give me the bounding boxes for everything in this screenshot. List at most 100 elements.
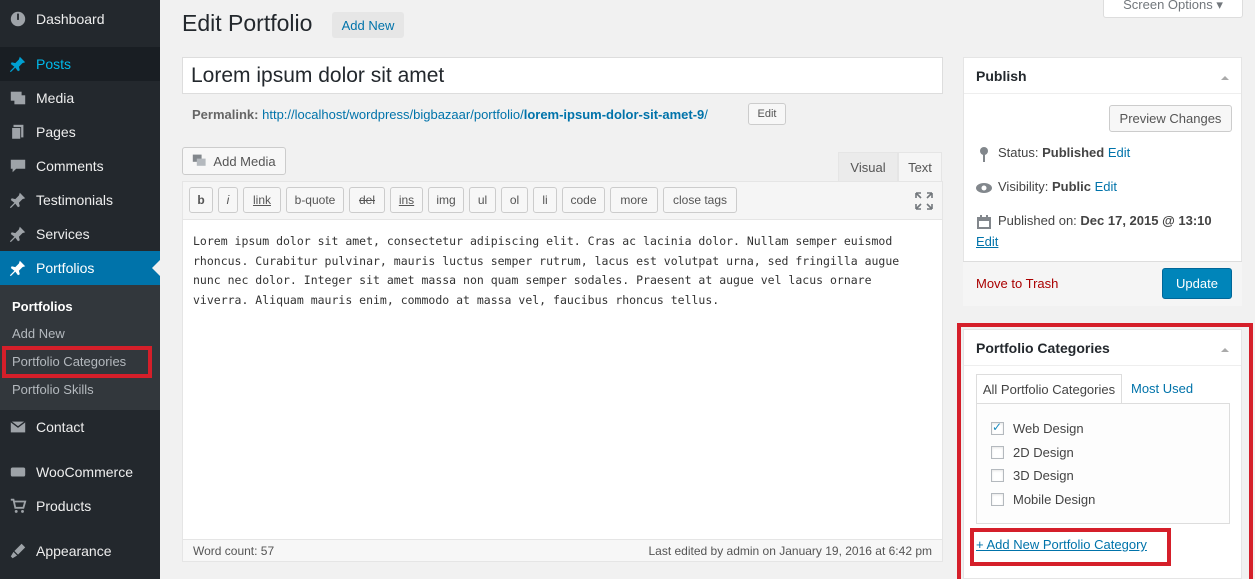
mail-icon	[0, 418, 36, 436]
content-textarea[interactable]: Lorem ipsum dolor sit amet, consectetur …	[193, 232, 923, 310]
portfolios-submenu: Portfolios Add New Portfolio Categories …	[0, 285, 160, 410]
sidebar-item-label: Pages	[36, 124, 76, 140]
woo-icon	[0, 463, 36, 481]
tab-visual[interactable]: Visual	[838, 152, 898, 182]
sidebar-item-comments[interactable]: Comments	[0, 149, 160, 183]
published-on-row: Published on: Dec 17, 2015 @ 13:10	[976, 213, 1212, 230]
category-item[interactable]: 2D Design	[991, 445, 1074, 460]
qt-more-button[interactable]: more	[610, 187, 658, 213]
qt-bold-button[interactable]: b	[189, 187, 213, 213]
status-edit-link[interactable]: Edit	[1108, 145, 1130, 160]
status-value: Published	[1042, 145, 1105, 160]
sidebar-item-services[interactable]: Services	[0, 217, 160, 251]
move-to-trash-link[interactable]: Move to Trash	[976, 276, 1058, 291]
tab-all-portfolio-categories[interactable]: All Portfolio Categories	[976, 374, 1122, 404]
qt-ol-button[interactable]: ol	[501, 187, 528, 213]
published-on-value: Dec 17, 2015 @ 13:10	[1080, 213, 1212, 228]
sidebar-item-woocommerce[interactable]: WooCommerce	[0, 455, 160, 489]
submenu-portfolios[interactable]: Portfolios	[12, 299, 73, 314]
screen-options-button[interactable]: Screen Options ▾	[1103, 0, 1243, 18]
sidebar-item-posts[interactable]: Posts	[0, 47, 160, 81]
sidebar-item-label: Contact	[36, 419, 85, 435]
add-new-button[interactable]: Add New	[332, 12, 404, 38]
pin-icon	[0, 191, 36, 209]
sidebar-item-label: Testimonials	[36, 192, 114, 208]
sidebar-item-products[interactable]: Products	[0, 489, 160, 523]
sidebar-item-label: Portfolios	[36, 260, 95, 276]
preview-changes-button[interactable]: Preview Changes	[1109, 105, 1232, 132]
category-checklist: Web Design 2D Design 3D Design Mobile De…	[976, 403, 1230, 524]
update-button[interactable]: Update	[1162, 268, 1232, 299]
add-media-label: Add Media	[213, 153, 276, 169]
categories-box-header[interactable]: Portfolio Categories	[964, 330, 1241, 366]
qt-link-button[interactable]: link	[243, 187, 281, 213]
qt-del-button[interactable]: del	[349, 187, 385, 213]
permalink-slug: lorem-ipsum-dolor-sit-amet-9	[523, 107, 705, 122]
sidebar-item-media[interactable]: Media	[0, 81, 160, 115]
pin-icon	[980, 146, 988, 162]
add-new-portfolio-category-link[interactable]: + Add New Portfolio Category	[976, 537, 1147, 552]
submenu-portfolio-skills[interactable]: Portfolio Skills	[12, 382, 94, 397]
qt-bquote-button[interactable]: b-quote	[286, 187, 344, 213]
qt-li-button[interactable]: li	[533, 187, 557, 213]
sidebar-item-appearance[interactable]: Appearance	[0, 534, 160, 568]
category-checkbox[interactable]	[991, 493, 1004, 506]
dashboard-icon	[0, 10, 36, 28]
sidebar-item-testimonials[interactable]: Testimonials	[0, 183, 160, 217]
qt-italic-button[interactable]: i	[218, 187, 238, 213]
content-editor: b i link b-quote del ins img ul ol li co…	[182, 181, 943, 562]
qt-ins-button[interactable]: ins	[390, 187, 423, 213]
qt-code-button[interactable]: code	[562, 187, 605, 213]
category-label: 2D Design	[1013, 445, 1074, 460]
status-row: Status: Published Edit	[976, 145, 1130, 162]
status-label: Status:	[998, 145, 1039, 160]
published-on-edit-link[interactable]: Edit	[976, 234, 998, 249]
visibility-row: Visibility: Public Edit	[976, 179, 1117, 196]
submenu-add-new[interactable]: Add New	[12, 326, 65, 341]
collapse-arrow-icon[interactable]	[1221, 72, 1229, 80]
sidebar-item-portfolios[interactable]: Portfolios	[0, 251, 160, 285]
category-checkbox[interactable]	[991, 469, 1004, 482]
categories-box-title: Portfolio Categories	[976, 339, 1110, 356]
products-icon	[0, 497, 36, 515]
tab-most-used[interactable]: Most Used	[1131, 381, 1193, 396]
post-title-input[interactable]: Lorem ipsum dolor sit amet	[182, 57, 943, 94]
sidebar-item-pages[interactable]: Pages	[0, 115, 160, 149]
permalink-edit-button[interactable]: Edit	[748, 103, 786, 125]
category-item[interactable]: Mobile Design	[991, 492, 1095, 507]
qt-img-button[interactable]: img	[428, 187, 464, 213]
category-item[interactable]: 3D Design	[991, 468, 1074, 483]
sidebar-item-label: Appearance	[36, 543, 112, 559]
submenu-portfolio-categories[interactable]: Portfolio Categories	[12, 354, 126, 369]
add-media-button[interactable]: Add Media	[182, 147, 286, 175]
last-edited: Last edited by admin on January 19, 2016…	[648, 544, 932, 558]
pin-icon	[0, 55, 36, 73]
category-checkbox[interactable]	[991, 446, 1004, 459]
category-item[interactable]: Web Design	[991, 420, 1084, 436]
category-label: Web Design	[1013, 421, 1084, 436]
visibility-edit-link[interactable]: Edit	[1095, 179, 1117, 194]
permalink-link[interactable]: http://localhost/wordpress/bigbazaar/por…	[262, 107, 708, 122]
tab-text[interactable]: Text	[898, 152, 942, 182]
visibility-value: Public	[1051, 179, 1091, 194]
category-checkbox[interactable]	[991, 420, 1004, 435]
sidebar-item-label: Posts	[36, 56, 72, 72]
comments-icon	[0, 157, 36, 175]
category-label: 3D Design	[1013, 468, 1074, 483]
publish-box-header[interactable]: Publish	[964, 58, 1241, 94]
publish-box-title: Publish	[976, 67, 1027, 84]
qt-close-tags-button[interactable]: close tags	[663, 187, 737, 213]
collapse-arrow-icon[interactable]	[1221, 344, 1229, 352]
eye-icon	[976, 182, 992, 193]
appearance-icon	[0, 542, 36, 560]
calendar-icon	[977, 214, 991, 229]
pin-icon	[0, 259, 36, 277]
fullscreen-expand-icon[interactable]	[915, 192, 933, 210]
admin-sidebar: Dashboard Posts Media Pages Comments Tes…	[0, 0, 160, 579]
sidebar-item-label: Media	[36, 90, 75, 106]
sidebar-item-dashboard[interactable]: Dashboard	[0, 2, 160, 36]
qt-ul-button[interactable]: ul	[469, 187, 496, 213]
sidebar-item-contact[interactable]: Contact	[0, 410, 160, 444]
sidebar-item-label: WooCommerce	[36, 464, 133, 480]
sidebar-item-label: Products	[36, 498, 92, 514]
